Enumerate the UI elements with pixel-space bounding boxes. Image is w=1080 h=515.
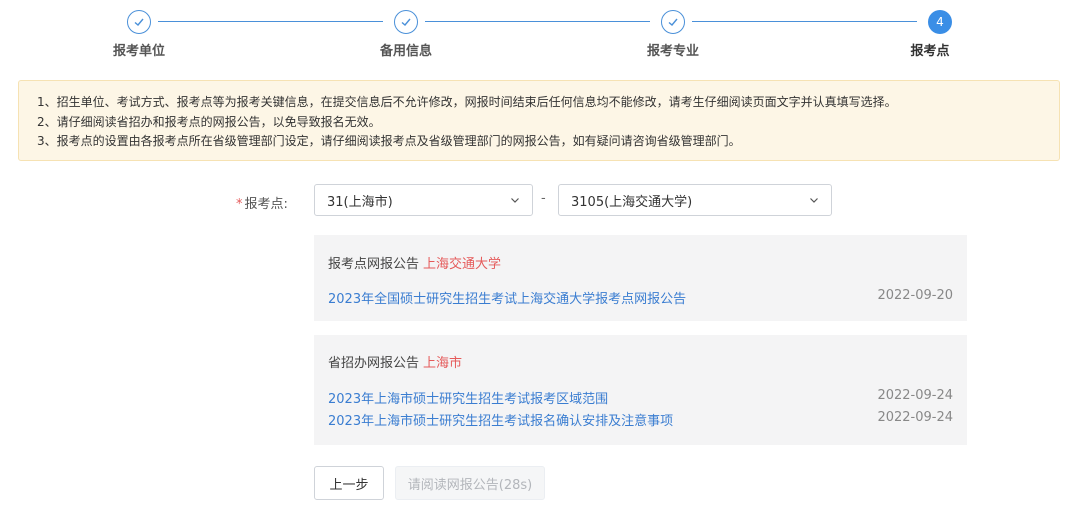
notice-line-3: 3、报考点的设置由各报考点所在省级管理部门设定，请仔细阅读报考点及省级管理部门的… (37, 134, 741, 148)
site-panel-title: 报考点网报公告 上海交通大学 (328, 253, 501, 272)
step-1-check-icon (127, 10, 151, 34)
step-progress: 4 报考单位 备用信息 报考专业 报考点 (0, 0, 1080, 70)
province-notice-date-1: 2022-09-24 (877, 388, 953, 403)
exam-site-label: * 报考点: (236, 193, 288, 212)
step-connector (158, 21, 383, 22)
province-panel-highlight: 上海市 (423, 356, 463, 371)
province-select[interactable]: 31(上海市) (314, 184, 533, 216)
province-notice-date-2: 2022-09-24 (877, 410, 953, 425)
step-connector (692, 21, 917, 22)
province-select-value: 31(上海市) (327, 194, 393, 210)
province-panel-title-text: 省招办网报公告 (328, 356, 420, 371)
required-mark: * (236, 197, 243, 212)
step-3-check-icon (661, 10, 685, 34)
notice-box: 1、招生单位、考试方式、报考点等为报考关键信息，在提交信息后不允许修改，网报时间… (18, 80, 1060, 161)
step-label-4: 报考点 (910, 44, 950, 59)
exam-site-label-text: 报考点: (244, 197, 288, 212)
step-4-number: 4 (928, 10, 952, 34)
site-notice-date: 2022-09-20 (877, 288, 953, 303)
exam-site-select[interactable]: 3105(上海交通大学) (558, 184, 832, 216)
site-panel-title-text: 报考点网报公告 (328, 257, 420, 272)
province-notice-panel: 省招办网报公告 上海市 2023年上海市硕士研究生招生考试报考区域范围 2022-… (314, 335, 967, 445)
step-label-1: 报考单位 (112, 44, 166, 59)
site-notice-panel: 报考点网报公告 上海交通大学 2023年全国硕士研究生招生考试上海交通大学报考点网… (314, 235, 967, 321)
step-label-3: 报考专业 (646, 44, 700, 59)
select-separator: - (541, 191, 546, 206)
chevron-down-icon (511, 198, 519, 203)
notice-line-1: 1、招生单位、考试方式、报考点等为报考关键信息，在提交信息后不允许修改，网报时间… (37, 95, 897, 109)
exam-site-select-value: 3105(上海交通大学) (571, 194, 693, 210)
province-notice-link-1[interactable]: 2023年上海市硕士研究生招生考试报考区域范围 (328, 388, 608, 407)
step-connector (425, 21, 650, 22)
province-notice-link-2[interactable]: 2023年上海市硕士研究生招生考试报名确认安排及注意事项 (328, 410, 673, 429)
province-panel-title: 省招办网报公告 上海市 (328, 352, 462, 371)
site-panel-highlight: 上海交通大学 (423, 257, 502, 272)
site-notice-link[interactable]: 2023年全国硕士研究生招生考试上海交通大学报考点网报公告 (328, 288, 686, 307)
read-notice-countdown-button[interactable]: 请阅读网报公告(28s) (395, 466, 545, 500)
step-2-check-icon (394, 10, 418, 34)
step-label-2: 备用信息 (379, 44, 433, 59)
chevron-down-icon (810, 198, 818, 203)
notice-line-2: 2、请仔细阅读省招办和报考点的网报公告，以免导致报名无效。 (37, 114, 381, 129)
previous-step-button[interactable]: 上一步 (314, 466, 384, 500)
